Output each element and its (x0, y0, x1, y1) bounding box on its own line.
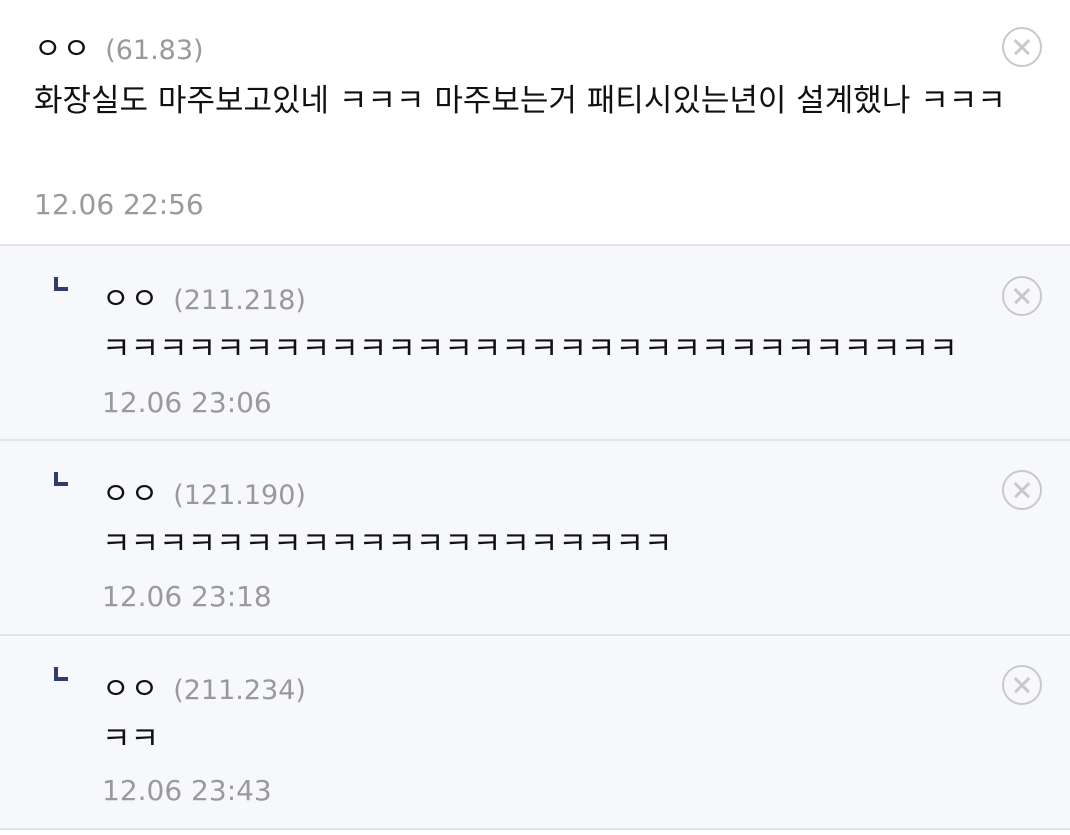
delete-reply-button[interactable] (1002, 470, 1042, 510)
reply-item: ㅇㅇ (211.218) ㅋㅋㅋㅋㅋㅋㅋㅋㅋㅋㅋㅋㅋㅋㅋㅋㅋㅋㅋㅋㅋㅋㅋㅋㅋㅋㅋ… (0, 246, 1070, 441)
reply-item: ㅇㅇ (121.190) ㅋㅋㅋㅋㅋㅋㅋㅋㅋㅋㅋㅋㅋㅋㅋㅋㅋㅋㅋㅋ 12.06 … (0, 441, 1070, 636)
delete-comment-button[interactable] (1002, 27, 1042, 67)
reply-ip: (121.190) (173, 480, 306, 511)
reply-ip: (211.234) (173, 675, 306, 706)
reply-date: 12.06 23:18 (102, 580, 272, 613)
comment-nickname[interactable]: ㅇㅇ (34, 24, 91, 68)
reply-text: ㅋㅋㅋㅋㅋㅋㅋㅋㅋㅋㅋㅋㅋㅋㅋㅋㅋㅋㅋㅋ (102, 526, 673, 562)
reply-ip: (211.218) (173, 285, 306, 316)
reply-date: 12.06 23:43 (102, 774, 272, 807)
comment-date: 12.06 22:56 (34, 188, 204, 221)
comment-item: ㅇㅇ (61.83) 화장실도 마주보고있네 ㅋㅋㅋ 마주보는거 패티시있는년이… (0, 0, 1070, 246)
comment-ip: (61.83) (105, 35, 204, 66)
reply-header: ㅇㅇ (121.190) (102, 469, 306, 513)
delete-reply-button[interactable] (1002, 665, 1042, 705)
reply-header: ㅇㅇ (211.234) (102, 664, 306, 708)
reply-arrow-icon (54, 277, 68, 291)
comment-header: ㅇㅇ (61.83) (34, 24, 204, 68)
reply-date: 12.06 23:06 (102, 386, 272, 419)
reply-nickname[interactable]: ㅇㅇ (102, 664, 159, 708)
reply-arrow-icon (54, 472, 68, 486)
delete-reply-button[interactable] (1002, 276, 1042, 316)
reply-header: ㅇㅇ (211.218) (102, 274, 306, 318)
reply-nickname[interactable]: ㅇㅇ (102, 469, 159, 513)
reply-text: ㅋㅋㅋㅋㅋㅋㅋㅋㅋㅋㅋㅋㅋㅋㅋㅋㅋㅋㅋㅋㅋㅋㅋㅋㅋㅋㅋㅋㅋㅋ (102, 331, 958, 367)
reply-text: ㅋㅋ (102, 721, 160, 757)
reply-item: ㅇㅇ (211.234) ㅋㅋ 12.06 23:43 (0, 636, 1070, 830)
comment-text: 화장실도 마주보고있네 ㅋㅋㅋ 마주보는거 패티시있는년이 설계했나 ㅋㅋㅋ (34, 83, 1006, 119)
reply-arrow-icon (54, 667, 68, 681)
reply-nickname[interactable]: ㅇㅇ (102, 274, 159, 318)
